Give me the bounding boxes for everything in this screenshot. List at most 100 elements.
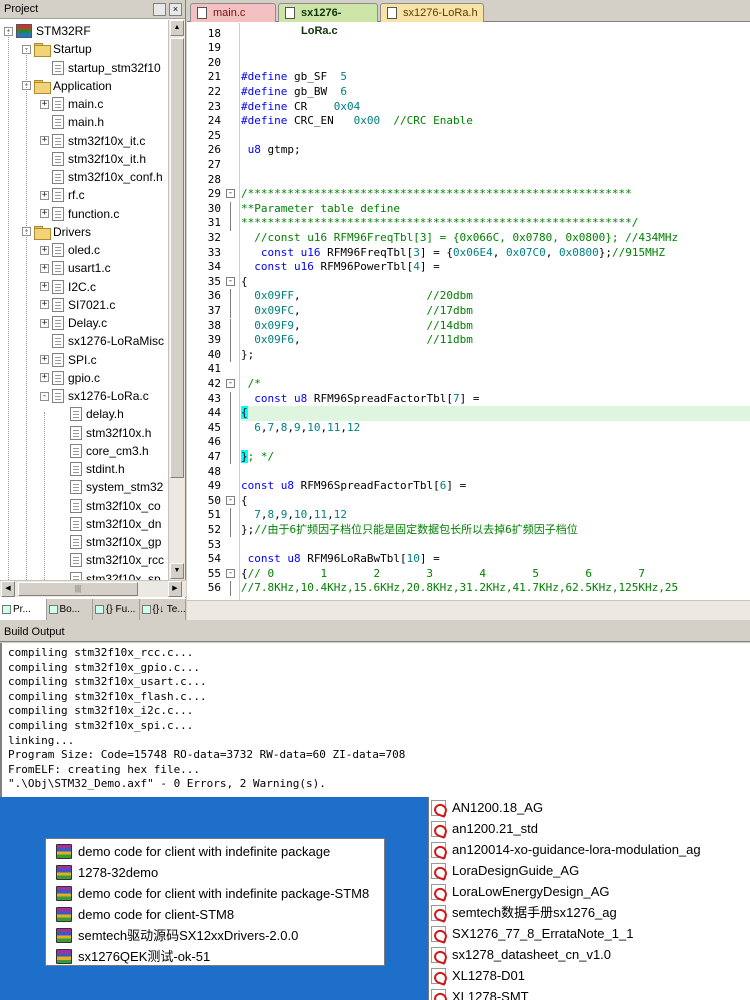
code-line[interactable]: 0x09FC, //17dbm	[241, 304, 473, 319]
tree-file-include[interactable]: core_cm3.h	[58, 442, 149, 460]
code-line[interactable]: u8 gtmp;	[241, 143, 301, 158]
pdf-file-item[interactable]: an1200.21_std	[431, 818, 538, 839]
tree-file-include[interactable]: stm32f10x_dn	[58, 515, 161, 533]
tree-file[interactable]: stm32f10x_it.h	[40, 150, 146, 168]
tree-file-include[interactable]: system_stm32	[58, 478, 163, 496]
scroll-right-arrow-icon[interactable]: ▶	[168, 581, 182, 597]
pdf-file-item[interactable]: XL1278-D01	[431, 965, 525, 986]
code-line[interactable]: #define CRC_EN 0x00 //CRC Enable	[241, 114, 473, 129]
expand-icon[interactable]: +	[40, 190, 49, 200]
tree-root-stm32rf[interactable]: - STM32RF	[4, 22, 91, 40]
expand-icon[interactable]: +	[40, 99, 49, 109]
tree-file-include[interactable]: stm32f10x_co	[58, 497, 161, 515]
code-line[interactable]: #define CR 0x04	[241, 100, 360, 115]
tree-file[interactable]: stm32f10x_conf.h	[40, 168, 163, 186]
code-line[interactable]: #define gb_BW 6	[241, 85, 347, 100]
code-line[interactable]: {	[241, 275, 248, 290]
pdf-file-item[interactable]: AN1200.18_AG	[431, 797, 543, 818]
tree-file[interactable]: + SI7021.c	[40, 296, 115, 314]
project-tab-0[interactable]: Pr...	[0, 599, 47, 620]
tree-file[interactable]: + stm32f10x_it.c	[40, 132, 145, 150]
archive-file-item[interactable]: sx1276QEK测试-ok-51	[56, 946, 210, 967]
code-line[interactable]: 7,8,9,10,11,12	[241, 508, 347, 523]
project-tab-3[interactable]: {}↓ Te...	[140, 599, 186, 620]
expand-icon[interactable]: +	[40, 318, 49, 328]
expand-icon[interactable]: +	[40, 245, 49, 255]
code-line[interactable]: };	[241, 348, 254, 363]
scroll-thumb[interactable]	[170, 38, 184, 478]
code-line[interactable]: 0x09F6, //11dbm	[241, 333, 473, 348]
tree-file[interactable]: main.h	[40, 113, 104, 131]
tree-file-include[interactable]: stm32f10x.h	[58, 424, 151, 442]
build-output-panel[interactable]: compiling stm32f10x_rcc.c... compiling st…	[0, 643, 750, 797]
tree-group-application[interactable]: - Application	[22, 77, 112, 95]
tree-file[interactable]: sx1276-LoRaMisc	[40, 332, 164, 350]
tree-file[interactable]: + SPI.c	[40, 351, 97, 369]
fold-toggle-icon[interactable]: -	[226, 189, 235, 199]
code-line[interactable]: //const u16 RFM96FreqTbl[3] = {0x066C, 0…	[241, 231, 678, 246]
tree-file[interactable]: startup_stm32f10	[40, 59, 161, 77]
tree-file[interactable]: + I2C.c	[40, 278, 96, 296]
archive-file-item[interactable]: demo code for client-STM8	[56, 904, 234, 925]
tree-file[interactable]: + Delay.c	[40, 314, 107, 332]
code-line[interactable]: 0x09F9, //14dbm	[241, 319, 473, 334]
expand-icon[interactable]: +	[40, 263, 49, 273]
code-line[interactable]: {	[241, 494, 248, 509]
pdf-file-item[interactable]: sx1278_datasheet_cn_v1.0	[431, 944, 611, 965]
expand-icon[interactable]: +	[40, 136, 49, 145]
pin-icon[interactable]: ᅟ	[153, 2, 166, 16]
pdf-file-item[interactable]: an120014-xo-guidance-lora-modulation_ag	[431, 839, 701, 860]
code-line[interactable]: //7.8KHz,10.4KHz,15.6KHz,20.8KHz,31.2KHz…	[241, 581, 678, 596]
code-line[interactable]: const u16 RFM96PowerTbl[4] =	[241, 260, 439, 275]
horizontal-scroll-thumb[interactable]: |||	[18, 582, 138, 596]
tree-file[interactable]: + main.c	[40, 95, 103, 113]
editor-horizontal-scrollbar[interactable]	[187, 600, 750, 620]
code-line[interactable]: const u8 RFM96SpreadFactorTbl[7] =	[241, 392, 479, 407]
project-tab-2[interactable]: {} Fu...	[93, 599, 140, 620]
archive-file-item[interactable]: semtech驱动源码SX12xxDrivers-2.0.0	[56, 925, 298, 946]
tab-sx1276-lora-c[interactable]: sx1276-LoRa.c	[278, 3, 378, 37]
pdf-file-item[interactable]: XL1278-SMT	[431, 986, 529, 1000]
tree-file[interactable]: + usart1.c	[40, 259, 111, 277]
expand-icon[interactable]: +	[40, 355, 49, 364]
code-line[interactable]: {// 0 1 2 3 4 5 6 7	[241, 567, 645, 582]
code-line[interactable]: **Parameter table define	[241, 202, 400, 217]
scroll-up-arrow-icon[interactable]: ▲	[170, 20, 184, 36]
expand-icon[interactable]: +	[40, 209, 49, 218]
tree-file-include[interactable]: delay.h	[58, 405, 124, 423]
expand-icon[interactable]: +	[40, 373, 49, 383]
pdf-file-item[interactable]: semtech数据手册sx1276_ag	[431, 902, 617, 923]
close-panel-icon[interactable]: ×	[169, 2, 182, 16]
code-line[interactable]: const u8 RFM96SpreadFactorTbl[6] =	[241, 479, 466, 494]
expand-icon[interactable]: +	[40, 300, 49, 310]
archive-file-item[interactable]: demo code for client with indefinite pac…	[56, 841, 330, 862]
code-line[interactable]: /***************************************…	[241, 187, 632, 202]
code-line[interactable]: 0x09FF, //20dbm	[241, 289, 473, 304]
fold-toggle-icon[interactable]: -	[226, 276, 235, 286]
tree-file[interactable]: + oled.c	[40, 241, 100, 259]
pdf-file-item[interactable]: LoraDesignGuide_AG	[431, 860, 579, 881]
code-line[interactable]: {	[241, 406, 750, 421]
tree-file-include[interactable]: stm32f10x_rcc	[58, 551, 164, 569]
tree-file[interactable]: + rf.c	[40, 186, 85, 204]
project-tree-vertical-scrollbar[interactable]: ▲ ▼	[168, 20, 185, 580]
code-line[interactable]: ****************************************…	[241, 216, 638, 231]
tree-file[interactable]: + function.c	[40, 205, 119, 223]
tree-file-include[interactable]: stm32f10x_sp	[58, 570, 161, 580]
code-line[interactable]: /*	[241, 377, 261, 392]
tree-file[interactable]: + gpio.c	[40, 369, 100, 387]
project-tree-horizontal-scrollbar[interactable]: ◀ ||| ▶	[0, 580, 186, 597]
code-line[interactable]: };//由于6扩频因子档位只能是固定数据包长所以去掉6扩频因子档位	[241, 523, 578, 538]
scroll-left-arrow-icon[interactable]: ◀	[1, 581, 15, 597]
fold-toggle-icon[interactable]: -	[226, 568, 235, 578]
pdf-file-item[interactable]: SX1276_77_8_ErrataNote_1_1	[431, 923, 633, 944]
tree-file-include[interactable]: stm32f10x_gp	[58, 533, 161, 551]
code-line[interactable]: 6,7,8,9,10,11,12	[241, 421, 360, 436]
tab-sx1276-lora-h[interactable]: sx1276-LoRa.h	[380, 3, 484, 22]
archive-file-item[interactable]: 1278-32demo	[56, 862, 158, 883]
tree-file-include[interactable]: stdint.h	[58, 460, 125, 478]
fold-toggle-icon[interactable]: -	[226, 495, 235, 505]
tree-group-startup[interactable]: - Startup	[22, 40, 92, 58]
code-line[interactable]: const u8 RFM96LoRaBwTbl[10] =	[241, 552, 440, 567]
project-tab-1[interactable]: Bo...	[47, 599, 93, 620]
